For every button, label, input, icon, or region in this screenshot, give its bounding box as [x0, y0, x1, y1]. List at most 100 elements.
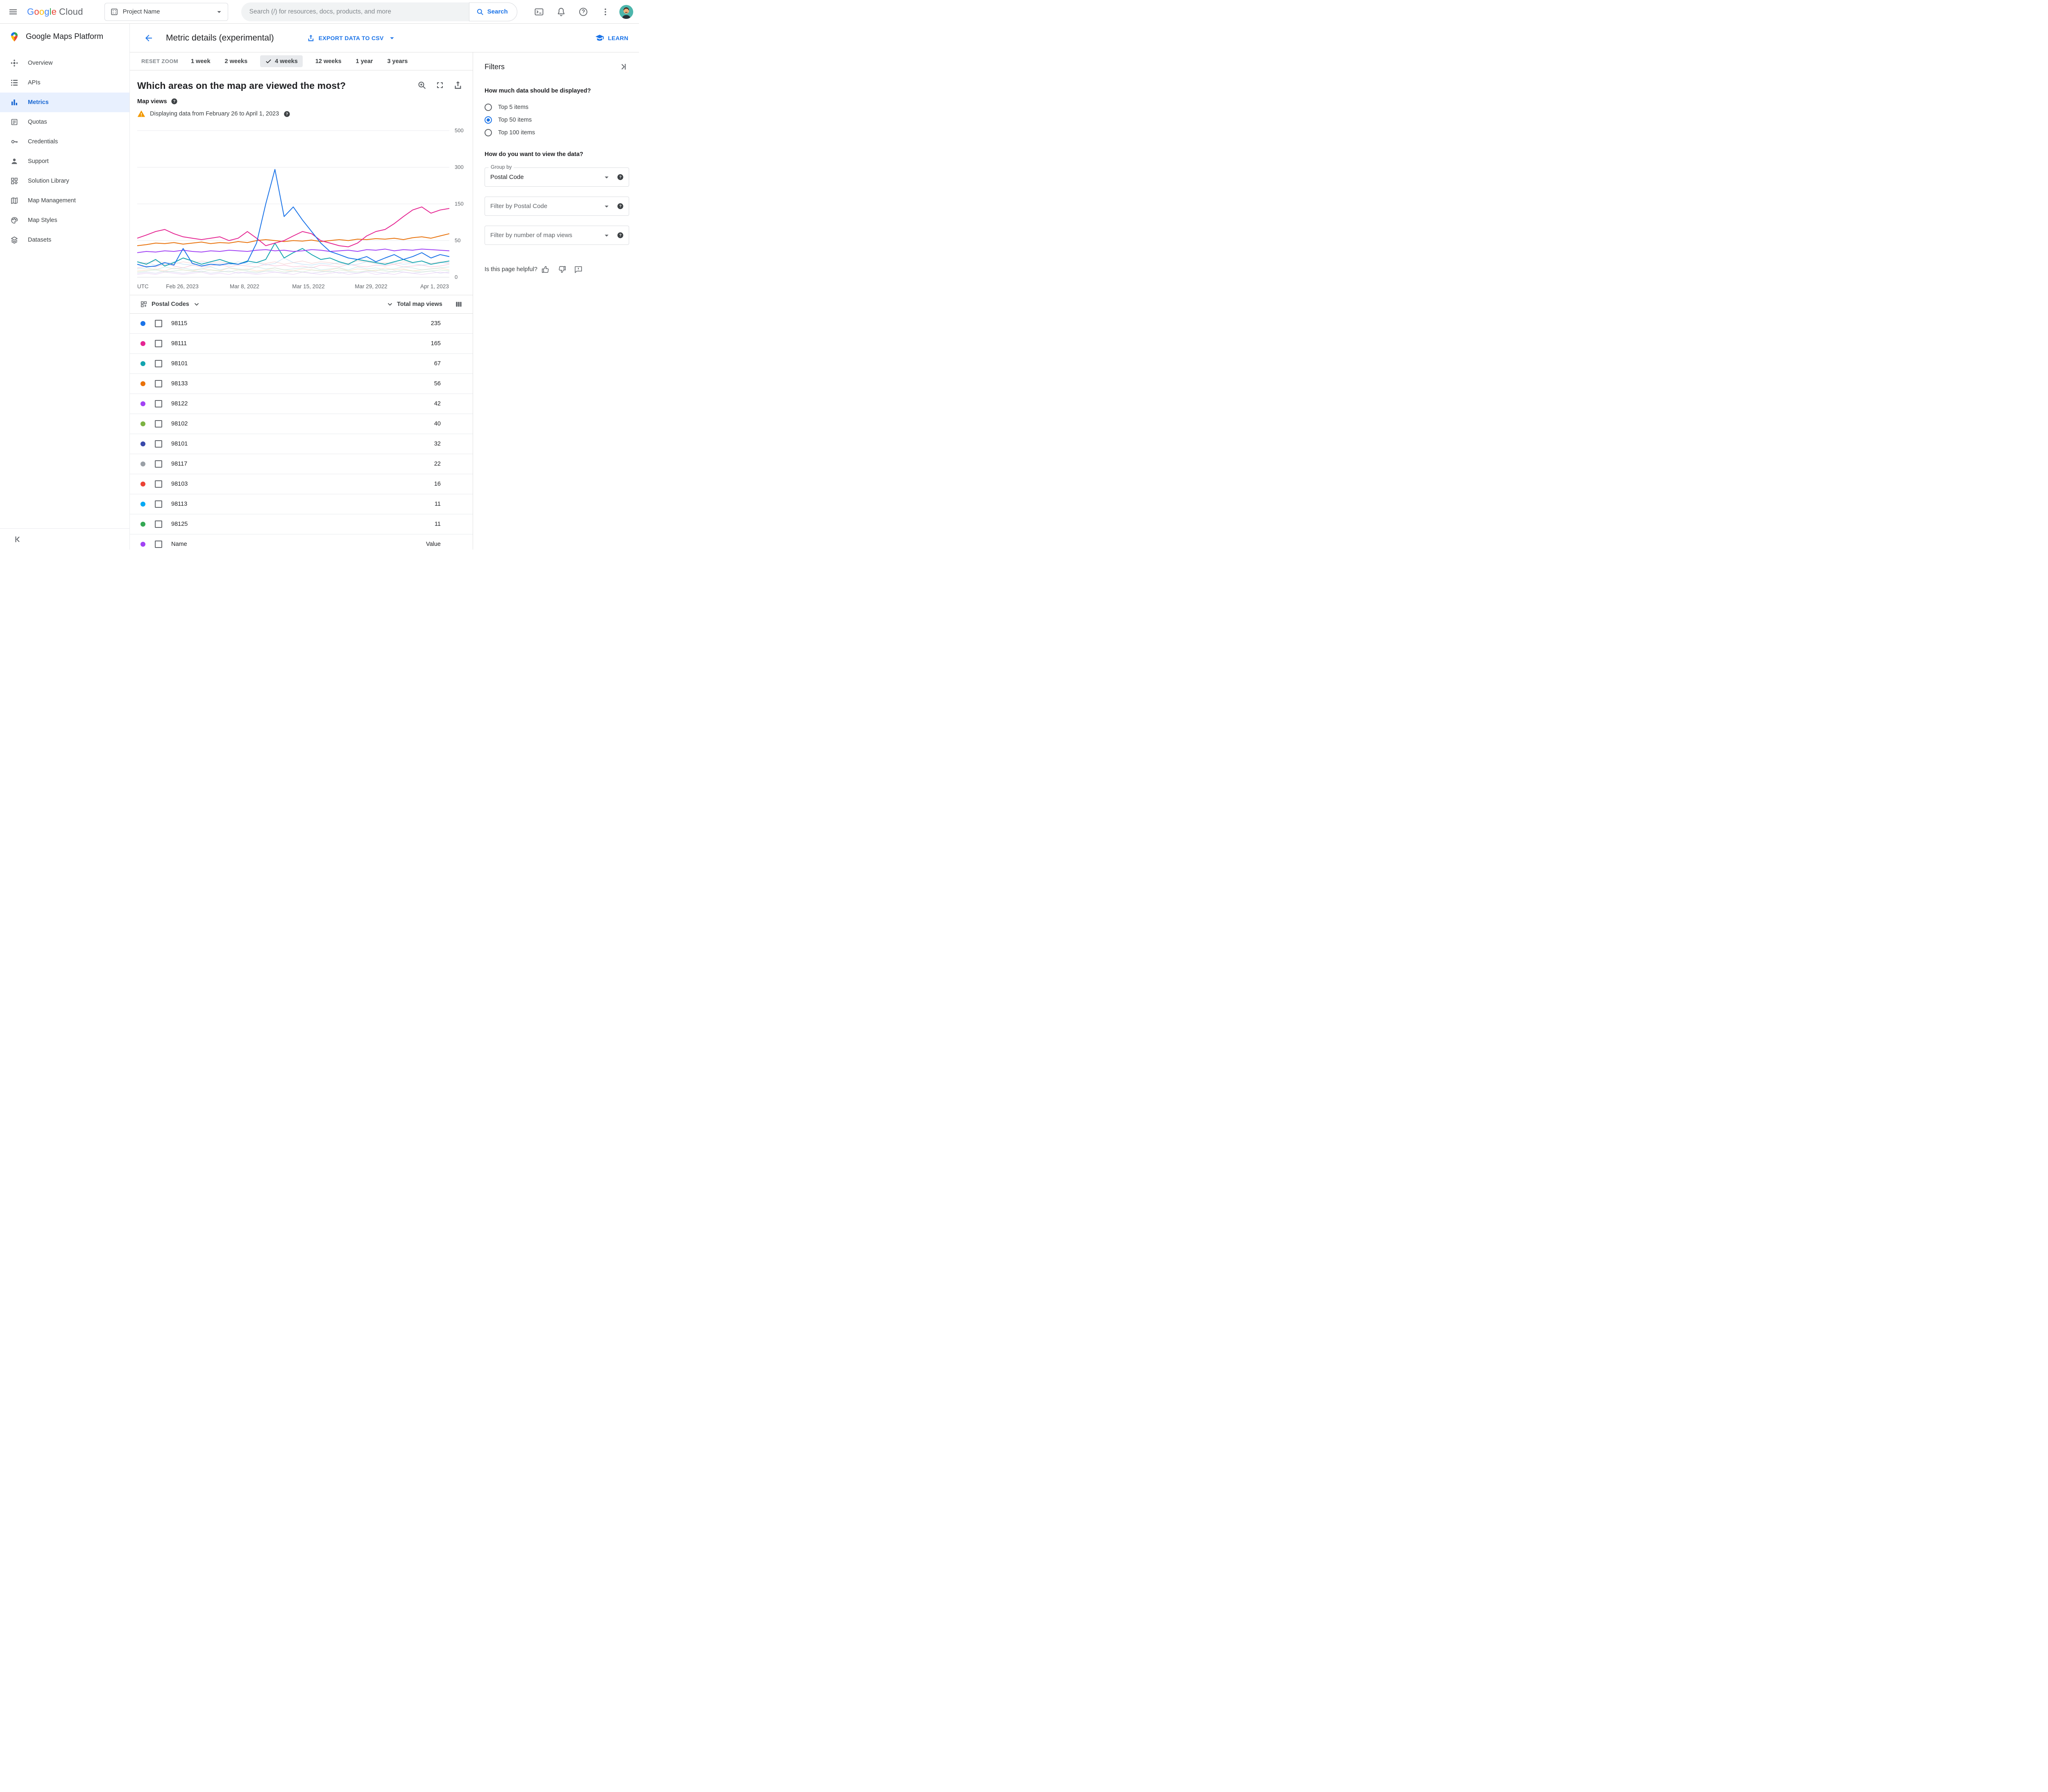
- quotas-icon: [11, 119, 18, 125]
- series-color-dot: [140, 381, 145, 386]
- project-selector[interactable]: Project Name: [104, 2, 228, 21]
- menu-icon[interactable]: [5, 4, 21, 20]
- row-checkbox[interactable]: [155, 420, 162, 428]
- table-row[interactable]: 98125 11: [130, 514, 473, 534]
- chart-x-axis: UTC Feb 26, 2023 Mar 8, 2022 Mar 15, 202…: [137, 283, 449, 290]
- filters-title: Filters: [485, 62, 505, 71]
- fullscreen-icon[interactable]: [434, 79, 446, 91]
- svg-text:150: 150: [455, 201, 464, 207]
- time-option-1-week[interactable]: 1 week: [189, 56, 212, 67]
- table-row[interactable]: 98113 11: [130, 494, 473, 514]
- table-row[interactable]: 98115 235: [130, 314, 473, 334]
- row-checkbox[interactable]: [155, 541, 162, 548]
- series-color-dot: [140, 321, 145, 326]
- thumbs-down-icon[interactable]: [554, 264, 570, 275]
- gcp-console-page: Google Cloud Project Name Search (/) for…: [0, 0, 639, 550]
- sidebar-item-metrics[interactable]: Metrics: [0, 93, 129, 112]
- time-option-4-weeks[interactable]: 4 weeks: [260, 55, 303, 67]
- radio-icon: [485, 103, 492, 111]
- table-row[interactable]: 98117 22: [130, 454, 473, 474]
- chevron-down-icon: [605, 205, 609, 208]
- search-input[interactable]: [241, 2, 469, 21]
- help-icon[interactable]: ?: [617, 203, 624, 210]
- sidebar-item-quotas[interactable]: Quotas: [0, 112, 129, 132]
- help-icon[interactable]: ?: [283, 111, 290, 118]
- back-arrow-icon[interactable]: [140, 30, 157, 46]
- help-icon[interactable]: ?: [171, 98, 178, 105]
- group-by-select[interactable]: Group by Postal Code ?: [485, 164, 629, 187]
- sidebar-item-credentials[interactable]: Credentials: [0, 132, 129, 152]
- table-row[interactable]: 98111 165: [130, 334, 473, 354]
- table-row[interactable]: 98103 16: [130, 474, 473, 494]
- table-row-partial[interactable]: Name Value: [130, 534, 473, 550]
- series-color-dot: [140, 441, 145, 446]
- sidebar-item-apis[interactable]: APIs: [0, 73, 129, 93]
- table-row[interactable]: 98133 56: [130, 374, 473, 394]
- time-option-1-year[interactable]: 1 year: [354, 56, 375, 67]
- table-row[interactable]: 98101 67: [130, 354, 473, 374]
- sidebar-item-solution-library[interactable]: Solution Library: [0, 171, 129, 191]
- search-button[interactable]: Search: [469, 2, 517, 21]
- table-row[interactable]: 98102 40: [130, 414, 473, 434]
- filter-postal-code-select[interactable]: Filter by Postal Code ?: [485, 197, 629, 216]
- export-csv-button[interactable]: EXPORT DATA TO CSV: [307, 34, 396, 43]
- radio-top-100-items[interactable]: Top 100 items: [485, 126, 629, 139]
- column-settings-icon[interactable]: [455, 300, 463, 308]
- chart-export-icon[interactable]: [452, 79, 464, 91]
- row-checkbox[interactable]: [155, 460, 162, 468]
- cloud-shell-icon[interactable]: [531, 4, 547, 20]
- collapse-sidebar-icon[interactable]: [10, 531, 26, 548]
- thumbs-up-icon[interactable]: [537, 264, 554, 275]
- data-amount-radio-group: Top 5 items Top 50 items Top 100 items: [485, 101, 629, 139]
- radio-top-5-items[interactable]: Top 5 items: [485, 101, 629, 113]
- row-checkbox[interactable]: [155, 520, 162, 528]
- sidebar-item-map-styles[interactable]: Map Styles: [0, 210, 129, 230]
- radio-top-50-items[interactable]: Top 50 items: [485, 113, 629, 126]
- collapse-panel-icon[interactable]: [617, 61, 629, 73]
- chart-zoom-icon[interactable]: [416, 79, 428, 91]
- search-bar: Search: [241, 2, 517, 21]
- reset-zoom-button[interactable]: RESET ZOOM: [141, 58, 178, 64]
- sidebar-item-map-management[interactable]: Map Management: [0, 191, 129, 210]
- row-checkbox[interactable]: [155, 440, 162, 448]
- google-cloud-logo[interactable]: Google Cloud: [27, 7, 83, 17]
- metrics-icon: [11, 100, 17, 105]
- warning-icon: [137, 110, 145, 117]
- row-checkbox[interactable]: [155, 500, 162, 508]
- view-data-question: How do you want to view the data?: [485, 151, 583, 158]
- series-color-dot: [140, 462, 145, 466]
- notifications-bell-icon[interactable]: [553, 4, 569, 20]
- series-color-dot: [140, 482, 145, 486]
- svg-text:?: ?: [619, 175, 622, 179]
- help-icon[interactable]: ?: [617, 174, 624, 181]
- time-option-2-weeks[interactable]: 2 weeks: [223, 56, 249, 67]
- overview-icon: [11, 59, 18, 67]
- time-option-12-weeks[interactable]: 12 weeks: [314, 56, 343, 67]
- filter-map-views-select[interactable]: Filter by number of map views ?: [485, 226, 629, 245]
- help-icon[interactable]: ?: [617, 232, 624, 239]
- more-options-icon[interactable]: [597, 4, 614, 20]
- row-checkbox[interactable]: [155, 400, 162, 407]
- row-checkbox[interactable]: [155, 480, 162, 488]
- sidebar-item-overview[interactable]: Overview: [0, 53, 129, 73]
- sidebar-item-support[interactable]: Support: [0, 152, 129, 171]
- time-option-3-years[interactable]: 3 years: [385, 56, 409, 67]
- line-chart[interactable]: 0 50 150 300 500: [137, 122, 473, 283]
- row-checkbox[interactable]: [155, 320, 162, 327]
- feedback-icon[interactable]: [570, 264, 587, 275]
- value-column-header[interactable]: Total map views: [397, 301, 442, 308]
- sidebar-item-datasets[interactable]: Datasets: [0, 230, 129, 250]
- avatar[interactable]: [619, 5, 633, 19]
- group-by-column-header[interactable]: Postal Codes: [140, 300, 200, 308]
- row-checkbox[interactable]: [155, 380, 162, 387]
- sort-descending-icon: [387, 303, 392, 306]
- row-checkbox[interactable]: [155, 360, 162, 367]
- search-icon: [477, 9, 483, 15]
- learn-button[interactable]: LEARN: [595, 34, 628, 43]
- postal-codes-table: Postal Codes Total map views 98115 235 98…: [130, 295, 473, 550]
- table-row[interactable]: 98101 32: [130, 434, 473, 454]
- help-icon[interactable]: [575, 4, 591, 20]
- table-row[interactable]: 98122 42: [130, 394, 473, 414]
- row-checkbox[interactable]: [155, 340, 162, 347]
- svg-text:?: ?: [286, 112, 288, 116]
